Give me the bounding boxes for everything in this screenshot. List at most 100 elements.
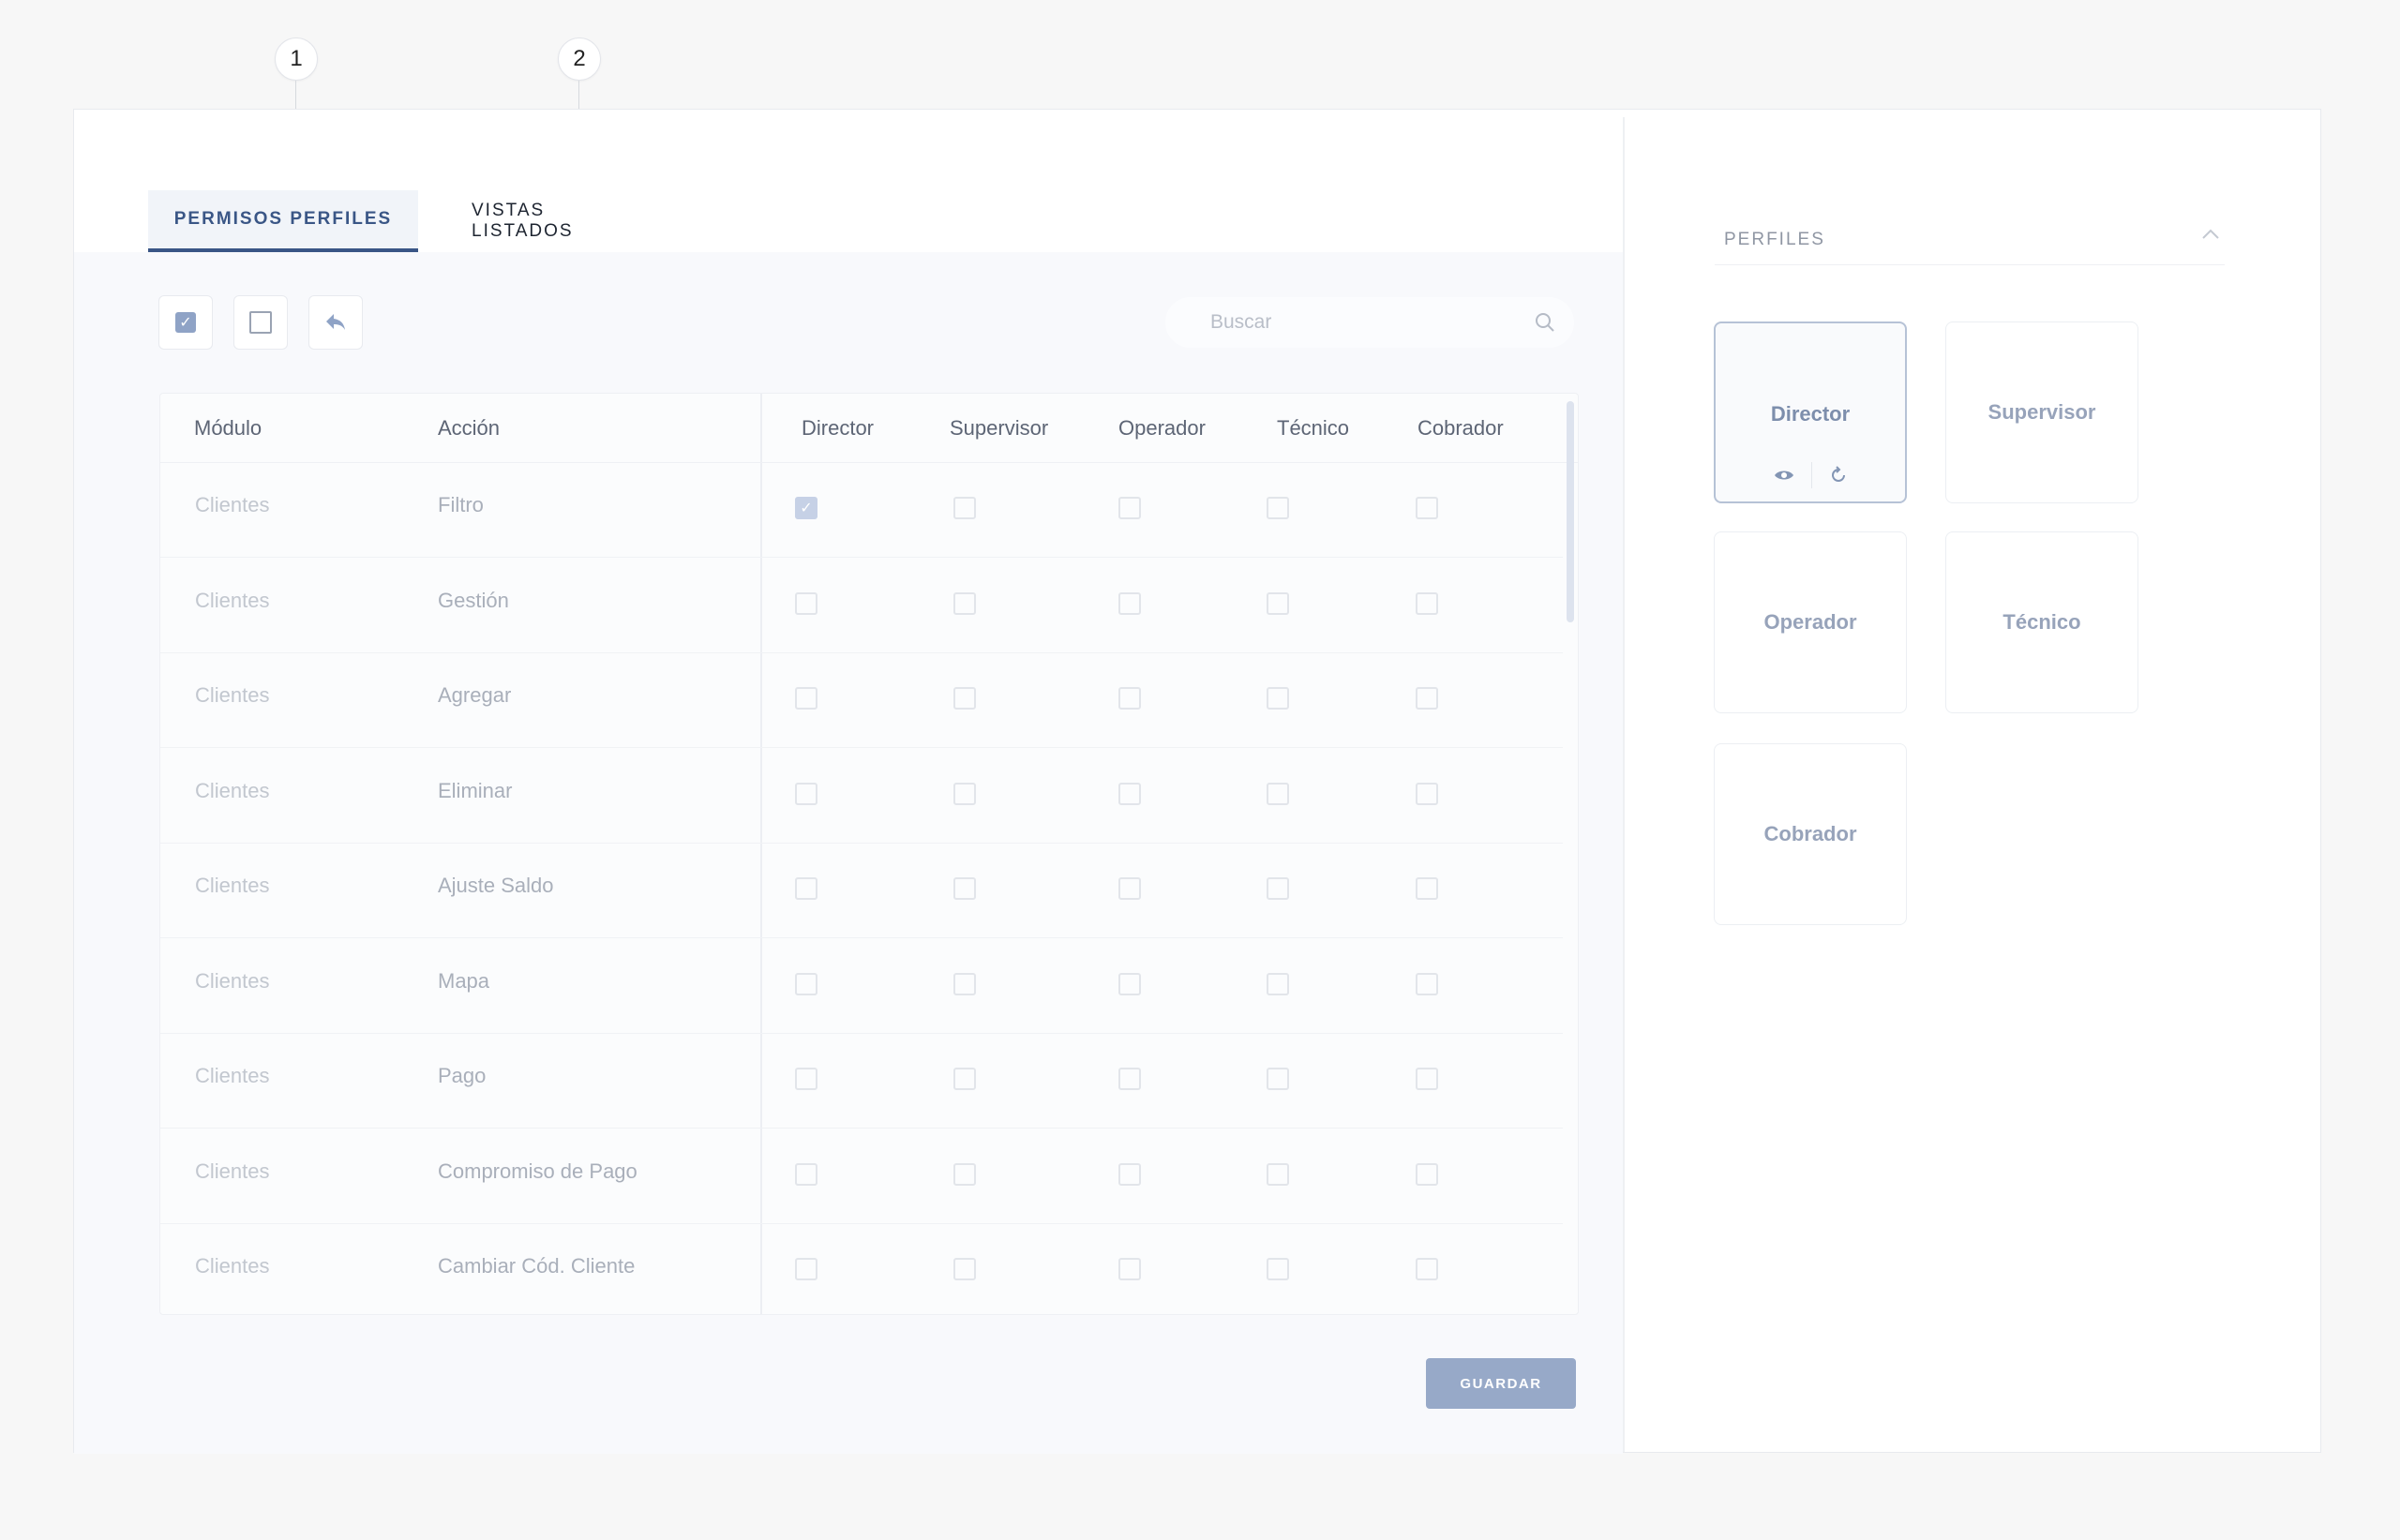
permission-checkbox[interactable] xyxy=(1267,591,1289,615)
tab-permisos-perfiles[interactable]: PERMISOS PERFILES xyxy=(148,190,418,252)
table-row: Clientes Filtro ✓ xyxy=(160,463,1563,558)
permission-checkbox[interactable] xyxy=(795,1162,818,1186)
cell-action: Agregar xyxy=(438,683,512,707)
cell-module: Clientes xyxy=(195,683,270,707)
table-row: Clientes Ajuste Saldo xyxy=(160,844,1563,938)
permission-checkbox[interactable] xyxy=(1416,1068,1438,1090)
permission-checkbox[interactable] xyxy=(1118,1068,1141,1090)
search-icon[interactable] xyxy=(1535,312,1555,333)
permission-checkbox[interactable] xyxy=(1267,782,1289,805)
permission-checkbox[interactable] xyxy=(1267,972,1289,995)
permission-checkbox[interactable] xyxy=(953,972,976,995)
cell-action: Filtro xyxy=(438,493,484,516)
permission-checkbox[interactable] xyxy=(1267,497,1289,519)
table-row: Clientes Mapa xyxy=(160,939,1563,1034)
cell-module: Clientes xyxy=(195,493,270,516)
profile-name: Cobrador xyxy=(1763,822,1857,845)
permission-checkbox[interactable] xyxy=(1118,497,1141,519)
table-row: Clientes Gestión xyxy=(160,559,1563,653)
profile-card-operador[interactable]: Operador xyxy=(1714,531,1907,713)
permission-checkbox[interactable] xyxy=(953,1068,976,1090)
permission-checkbox[interactable] xyxy=(1416,687,1438,710)
permission-checkbox[interactable] xyxy=(1118,591,1141,615)
callout-2: 2 xyxy=(558,37,601,81)
permission-checkbox[interactable] xyxy=(1118,1258,1141,1280)
permission-checkbox[interactable] xyxy=(1118,972,1141,995)
cell-action: Mapa xyxy=(438,968,490,993)
profile-name: Supervisor xyxy=(1988,400,2096,424)
chevron-up-icon[interactable] xyxy=(2200,228,2221,241)
cell-module: Clientes xyxy=(195,874,270,897)
cell-module: Clientes xyxy=(195,778,270,802)
permission-checkbox[interactable] xyxy=(1267,1162,1289,1186)
table-scrollbar[interactable] xyxy=(1567,401,1574,622)
profile-card-supervisor[interactable]: Supervisor xyxy=(1945,321,2138,503)
col-supervisor: Supervisor xyxy=(950,416,1049,440)
permission-checkbox[interactable] xyxy=(1416,497,1438,519)
search-input[interactable] xyxy=(1210,311,1555,334)
permission-checkbox[interactable] xyxy=(795,782,818,805)
reply-arrow-icon xyxy=(326,314,345,330)
profile-card-cobrador[interactable]: Cobrador xyxy=(1714,743,1907,925)
cell-action: Cambiar Cód. Cliente xyxy=(438,1254,636,1278)
permission-checkbox[interactable] xyxy=(1267,1258,1289,1280)
checkbox-checked-icon: ✓ xyxy=(175,312,196,333)
tab-bar: PERMISOS PERFILES VISTAS LISTADOS xyxy=(74,110,1623,252)
cell-module: Clientes xyxy=(195,1064,270,1087)
permission-checkbox[interactable] xyxy=(953,591,976,615)
cell-action: Eliminar xyxy=(438,778,513,802)
permission-checkbox[interactable] xyxy=(1416,591,1438,615)
permission-checkbox[interactable] xyxy=(795,687,818,710)
col-modulo: Módulo xyxy=(194,416,262,440)
table-row: Clientes Compromiso de Pago xyxy=(160,1129,1563,1224)
permission-checkbox[interactable] xyxy=(1118,877,1141,900)
permission-checkbox[interactable] xyxy=(795,972,818,995)
permission-checkbox[interactable] xyxy=(1416,782,1438,805)
permission-checkbox[interactable] xyxy=(953,877,976,900)
permission-checkbox[interactable] xyxy=(953,782,976,805)
col-accion: Acción xyxy=(438,416,501,440)
permission-checkbox[interactable] xyxy=(795,877,818,900)
permission-checkbox[interactable] xyxy=(1416,877,1438,900)
search-box xyxy=(1165,297,1574,348)
permission-checkbox[interactable] xyxy=(1267,877,1289,900)
profile-card-tecnico[interactable]: Técnico xyxy=(1945,531,2138,713)
tab-vistas-listados[interactable]: VISTAS LISTADOS xyxy=(472,190,650,252)
profile-name: Director xyxy=(1770,402,1851,426)
permission-checkbox[interactable] xyxy=(1416,972,1438,995)
table-header: Módulo Acción Director Supervisor Operad… xyxy=(160,394,1578,463)
permission-checkbox[interactable] xyxy=(795,1258,818,1280)
permissions-table-wrap: Módulo Acción Director Supervisor Operad… xyxy=(159,393,1579,1458)
cell-action: Pago xyxy=(438,1064,487,1087)
profiles-header: PERFILES xyxy=(1715,209,2225,265)
eye-icon[interactable] xyxy=(1774,469,1794,482)
permission-checkbox[interactable] xyxy=(953,1258,976,1280)
checkbox-empty-icon xyxy=(249,311,272,334)
permission-checkbox[interactable] xyxy=(953,1162,976,1186)
permissions-card: PERMISOS PERFILES VISTAS LISTADOS ✓ GUAR… xyxy=(73,109,2321,1454)
permission-checkbox[interactable] xyxy=(1118,1162,1141,1186)
permission-checkbox[interactable] xyxy=(795,1068,818,1090)
permission-checkbox[interactable] xyxy=(1267,687,1289,710)
permission-checkbox[interactable]: ✓ xyxy=(795,497,818,519)
permission-checkbox[interactable] xyxy=(795,591,818,615)
refresh-icon[interactable] xyxy=(1829,466,1848,485)
permission-checkbox[interactable] xyxy=(1416,1258,1438,1280)
profile-card-director[interactable]: Director xyxy=(1714,321,1907,503)
undo-button[interactable] xyxy=(308,295,363,350)
select-all-button[interactable]: ✓ xyxy=(158,295,213,350)
table-row: Clientes Eliminar xyxy=(160,749,1563,844)
cell-module: Clientes xyxy=(195,1159,270,1183)
panel-divider xyxy=(1623,117,1625,1452)
callout-1: 1 xyxy=(275,37,318,81)
cell-action: Gestión xyxy=(438,588,509,612)
cell-action: Compromiso de Pago xyxy=(438,1159,638,1183)
permission-checkbox[interactable] xyxy=(1267,1068,1289,1090)
permission-checkbox[interactable] xyxy=(1118,687,1141,710)
permission-checkbox[interactable] xyxy=(1118,782,1141,805)
col-director: Director xyxy=(802,416,875,440)
permission-checkbox[interactable] xyxy=(953,687,976,710)
permission-checkbox[interactable] xyxy=(1416,1162,1438,1186)
permission-checkbox[interactable] xyxy=(953,497,976,519)
deselect-all-button[interactable] xyxy=(233,295,288,350)
